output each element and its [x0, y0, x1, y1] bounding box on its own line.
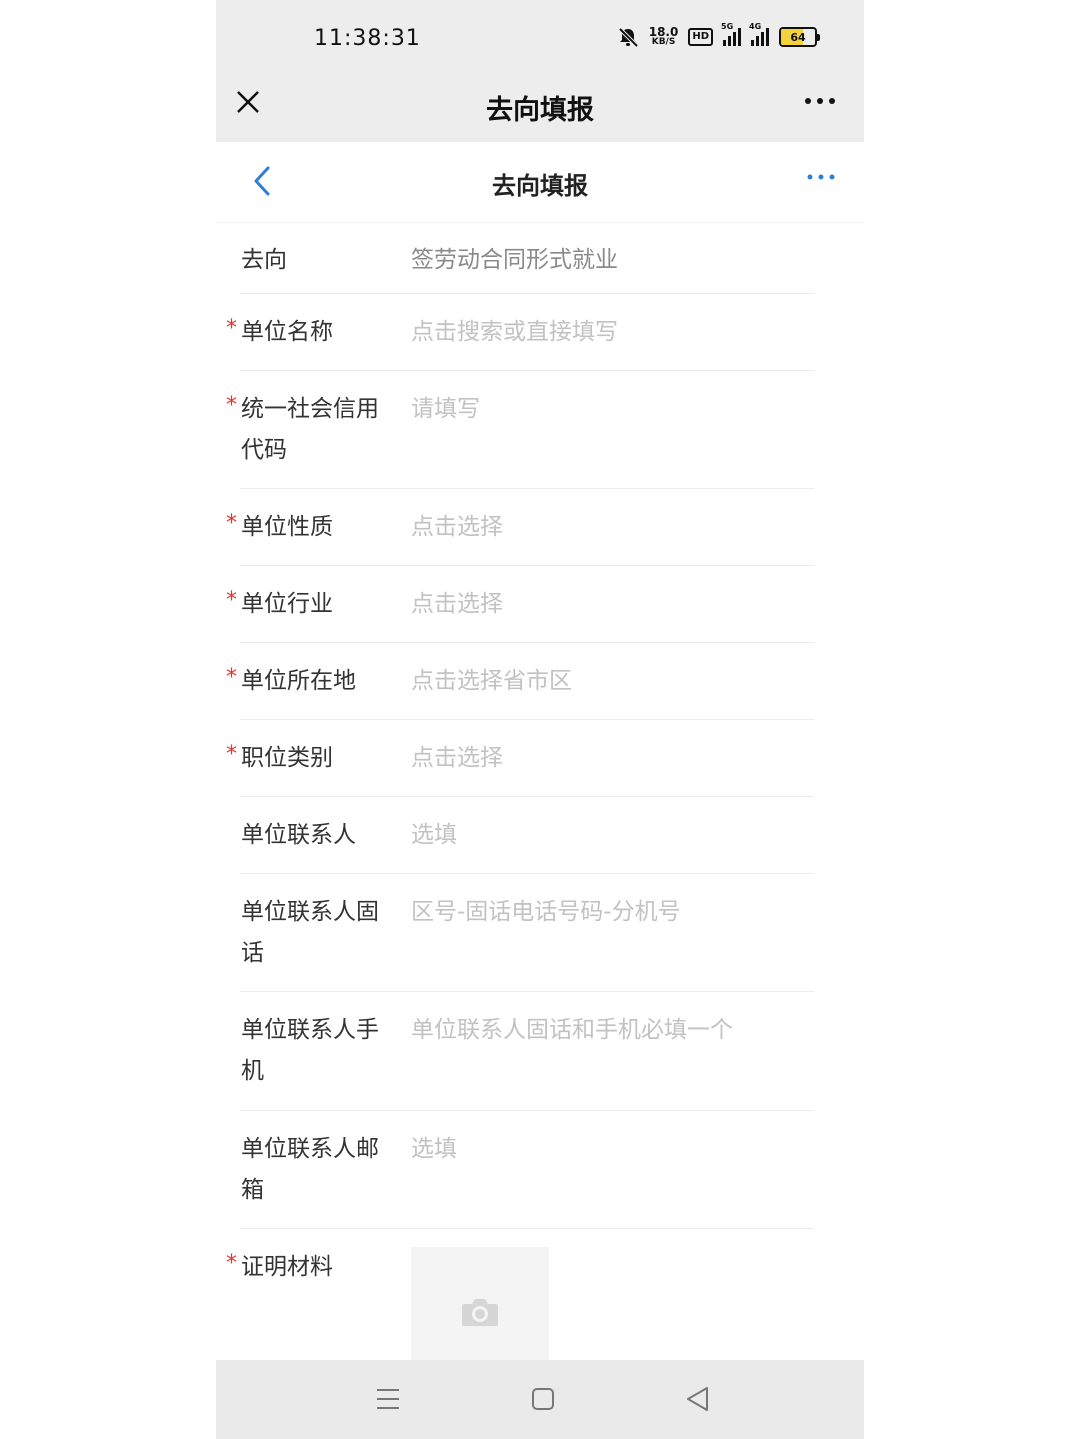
- form-row-contact[interactable]: 单位联系人 选填: [240, 797, 814, 874]
- form-input[interactable]: 区号-固话电话号码-分机号: [411, 892, 681, 933]
- form-label: 证明材料: [241, 1254, 333, 1280]
- form-row-contact-phone[interactable]: 单位联系人固话 区号-固话电话号码-分机号: [240, 874, 814, 992]
- form-label: 去向: [241, 247, 287, 273]
- form-row-contact-email[interactable]: 单位联系人邮箱 选填: [240, 1111, 814, 1229]
- form-input[interactable]: 选填: [411, 815, 457, 856]
- required-mark: *: [226, 511, 237, 536]
- webview-title: 去向填报: [486, 95, 594, 126]
- required-mark: *: [226, 742, 237, 767]
- form-label: 统一社会信用代码: [241, 396, 379, 463]
- form-label: 单位名称: [241, 319, 333, 345]
- signal-4g-icon: 4G: [749, 22, 769, 46]
- form-label: 单位联系人手机: [241, 1017, 379, 1084]
- menu-icon[interactable]: [373, 1384, 403, 1414]
- form-row-contact-mobile[interactable]: 单位联系人手机 单位联系人固话和手机必填一个: [240, 992, 814, 1111]
- signal-5g-tag: 5G: [721, 22, 734, 31]
- form-label: 单位所在地: [241, 668, 356, 694]
- system-nav-bar: [216, 1360, 864, 1439]
- form-label: 单位性质: [241, 514, 333, 540]
- form-label: 单位联系人固话: [241, 899, 379, 966]
- form-row-company-name[interactable]: * 单位名称 点击搜索或直接填写: [226, 294, 814, 371]
- form-label: 职位类别: [241, 745, 333, 771]
- phone-screen: 11:38:31 18.0 KB/S HD 5G 4G 64 去向填报 去向填报…: [216, 0, 864, 1439]
- destination-form: 去向 签劳动合同形式就业 * 单位名称 点击搜索或直接填写 * 统一社会信用代码…: [216, 222, 864, 1389]
- page-title: 去向填报: [492, 172, 588, 200]
- form-row-industry[interactable]: * 单位行业 点击选择: [226, 566, 814, 643]
- hd-icon: HD: [688, 28, 713, 46]
- battery-value: 64: [790, 30, 806, 44]
- form-row-job-category[interactable]: * 职位类别 点击选择: [226, 720, 814, 797]
- more-icon[interactable]: [806, 162, 836, 199]
- form-input[interactable]: 请填写: [411, 389, 480, 430]
- required-mark: *: [226, 1251, 237, 1276]
- form-select[interactable]: 点击选择: [411, 507, 503, 548]
- upload-photo-button[interactable]: [411, 1247, 549, 1377]
- form-input[interactable]: 选填: [411, 1129, 457, 1170]
- signal-4g-tag: 4G: [749, 22, 762, 31]
- more-icon[interactable]: [804, 86, 836, 123]
- form-select[interactable]: 点击选择省市区: [411, 661, 572, 702]
- required-mark: *: [226, 393, 237, 418]
- status-icons: 18.0 KB/S HD 5G 4G 64: [617, 22, 820, 48]
- form-input[interactable]: 单位联系人固话和手机必填一个: [411, 1010, 733, 1051]
- form-row-company-type[interactable]: * 单位性质 点击选择: [226, 489, 814, 566]
- form-input[interactable]: 点击搜索或直接填写: [411, 312, 618, 353]
- form-row-credit-code[interactable]: * 统一社会信用代码 请填写: [226, 371, 814, 489]
- battery-icon: 64: [779, 27, 820, 47]
- required-mark: *: [226, 316, 237, 341]
- form-label: 单位行业: [241, 591, 333, 617]
- form-row-destination[interactable]: 去向 签劳动合同形式就业: [240, 222, 814, 294]
- back-triangle-icon[interactable]: [683, 1384, 713, 1414]
- mute-bell-icon: [618, 27, 639, 48]
- form-value[interactable]: 签劳动合同形式就业: [411, 240, 618, 281]
- form-label: 单位联系人: [241, 822, 356, 848]
- camera-icon: [462, 1299, 498, 1326]
- form-label: 单位联系人邮箱: [241, 1136, 379, 1203]
- page-header: 去向填报: [216, 142, 864, 223]
- net-speed-value: 18.0: [648, 25, 679, 39]
- form-select[interactable]: 点击选择: [411, 738, 503, 779]
- status-bar: 11:38:31 18.0 KB/S HD 5G 4G 64: [216, 0, 864, 80]
- required-mark: *: [226, 665, 237, 690]
- home-square-icon[interactable]: [528, 1384, 558, 1414]
- form-row-location[interactable]: * 单位所在地 点击选择省市区: [226, 643, 814, 720]
- net-speed-unit: KB/S: [651, 37, 676, 47]
- net-speed: 18.0 KB/S: [648, 25, 679, 47]
- webview-header: 去向填报: [216, 80, 864, 142]
- status-time: 11:38:31: [314, 26, 421, 51]
- signal-5g-icon: 5G: [721, 22, 741, 46]
- form-select[interactable]: 点击选择: [411, 584, 503, 625]
- required-mark: *: [226, 588, 237, 613]
